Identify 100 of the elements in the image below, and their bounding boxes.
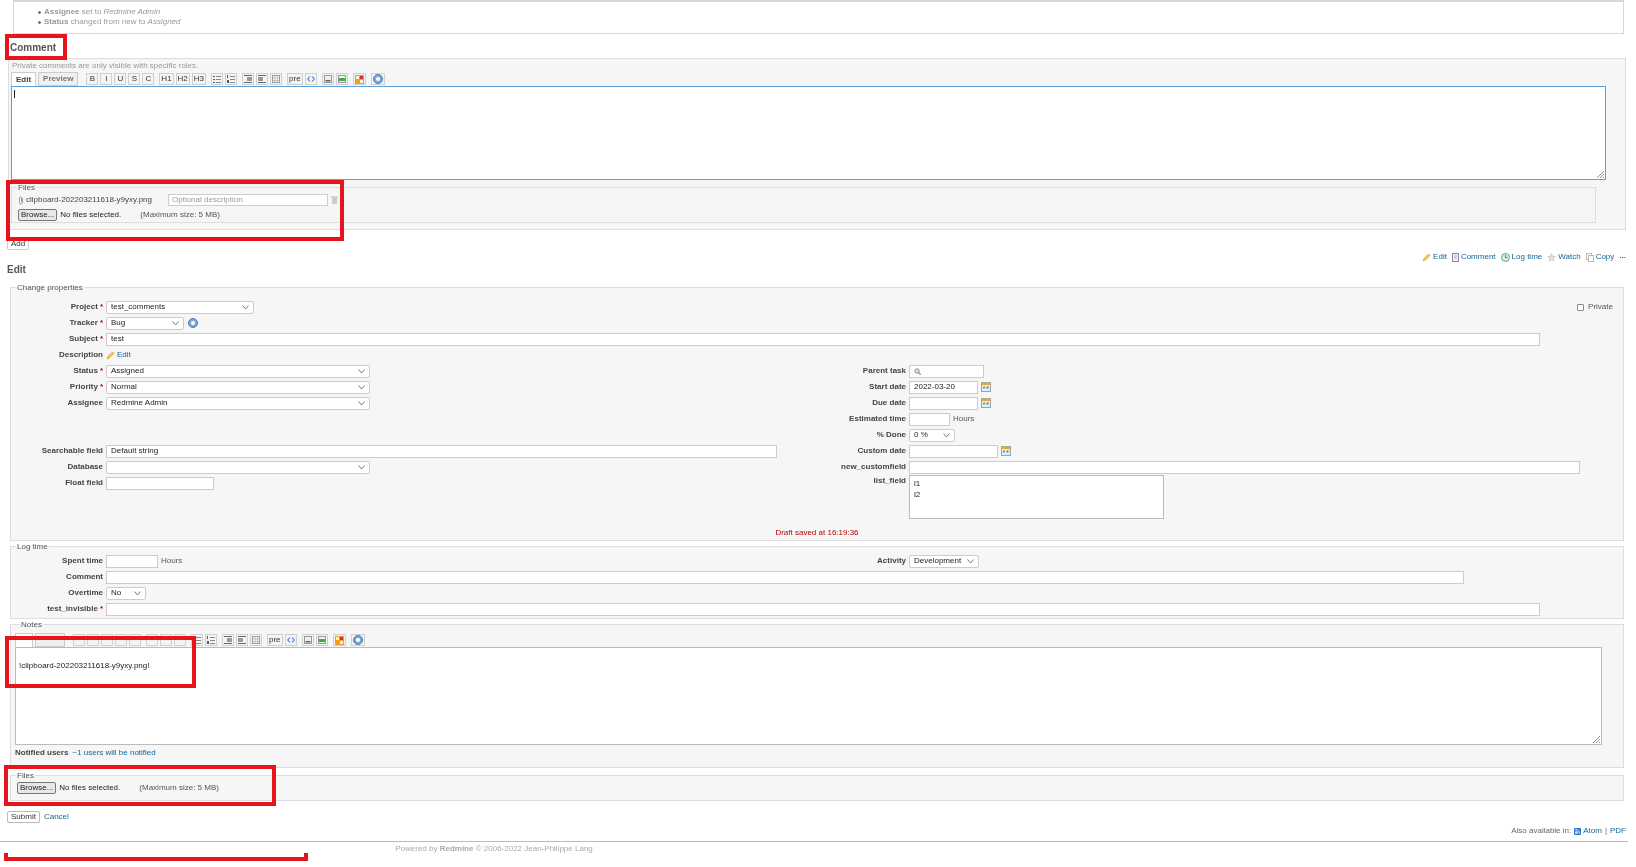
- chevron-icon: [172, 320, 179, 326]
- dropdown[interactable]: No: [106, 586, 146, 600]
- toolbar-button[interactable]: [205, 634, 217, 646]
- hint-text: Private comments are only visible with specific roles.: [12, 61, 199, 71]
- description-field[interactable]: Optional description: [168, 194, 328, 206]
- toolbar-button[interactable]: [332, 634, 346, 646]
- toolbar-button[interactable]: U: [114, 73, 127, 85]
- toolbar-button[interactable]: [301, 634, 314, 646]
- checkbox[interactable]: [1577, 303, 1585, 311]
- clock-icon: [1500, 252, 1510, 262]
- toolbar-button[interactable]: H2: [175, 73, 190, 85]
- size-limit: (Maximum size: 5 MB): [139, 781, 219, 794]
- text-field[interactable]: [106, 554, 158, 568]
- text-field[interactable]: [106, 476, 214, 490]
- field-label: Comment: [66, 571, 103, 583]
- toolbar-button[interactable]: [256, 73, 269, 85]
- chevron-icon: [358, 368, 365, 374]
- toolbar-button[interactable]: [270, 73, 283, 85]
- field-label: Custom date: [857, 445, 906, 457]
- field-label: Parent task: [862, 365, 906, 377]
- cancel-link[interactable]: Cancel: [43, 811, 69, 823]
- text-field[interactable]: [106, 602, 1540, 616]
- action-link[interactable]: Watch: [1547, 251, 1581, 263]
- dropdown[interactable]: Redmine Admin: [106, 396, 370, 410]
- page-icon: [303, 636, 312, 644]
- resize-handle-icon: [1592, 735, 1600, 743]
- search-field[interactable]: [909, 364, 984, 378]
- editor-tab[interactable]: Preview: [38, 72, 79, 86]
- checkbox-label: Private: [1588, 301, 1613, 313]
- toolbar-button[interactable]: [225, 73, 238, 85]
- text-field[interactable]: [106, 570, 1464, 584]
- list-option[interactable]: l1: [914, 478, 921, 489]
- dropdown[interactable]: Development: [909, 554, 979, 568]
- text-field[interactable]: Default string: [106, 444, 777, 458]
- field-label: Searchable field: [41, 445, 103, 457]
- dropdown[interactable]: Normal: [106, 380, 370, 394]
- browse-button[interactable]: Browse...: [17, 781, 57, 794]
- chevron-icon: [358, 400, 365, 406]
- numbered-list-icon: [207, 636, 215, 644]
- toolbar-button[interactable]: C: [142, 73, 155, 85]
- help-icon: [352, 635, 363, 645]
- trash-icon: [331, 196, 338, 204]
- indent-icon: [244, 75, 253, 83]
- more-button[interactable]: ...: [1619, 252, 1626, 262]
- toolbar-button[interactable]: [350, 634, 365, 646]
- format-link[interactable]: Atom: [1574, 825, 1602, 837]
- dropdown[interactable]: Bug: [106, 316, 184, 330]
- dropdown[interactable]: Assigned: [106, 364, 370, 378]
- toolbar-button[interactable]: I: [100, 73, 113, 85]
- toolbar-button[interactable]: [370, 73, 385, 85]
- file-status: No files selected.: [60, 208, 123, 221]
- action-link[interactable]: Comment: [1451, 251, 1496, 263]
- tiles-icon: [334, 635, 344, 645]
- resize-handle-icon: [1596, 170, 1604, 178]
- toolbar-button[interactable]: [242, 73, 255, 85]
- dropdown[interactable]: test_comments: [106, 300, 254, 314]
- section-heading: Edit: [7, 263, 26, 277]
- text-field[interactable]: test: [106, 332, 1540, 346]
- calendar-icon: [981, 382, 991, 392]
- submit-button[interactable]: Submit: [7, 811, 40, 823]
- toolbar-button[interactable]: pre: [267, 634, 283, 646]
- date-field[interactable]: [909, 396, 978, 410]
- dropdown[interactable]: 0 %: [909, 428, 955, 442]
- text-field[interactable]: [909, 460, 1580, 474]
- action-link[interactable]: Copy: [1585, 251, 1615, 263]
- date-field[interactable]: [909, 444, 998, 458]
- notepad-icon: [1451, 252, 1459, 262]
- toolbar-button[interactable]: [222, 634, 234, 646]
- toolbar-button[interactable]: [211, 73, 224, 85]
- fieldset-legend: Files: [16, 771, 35, 780]
- browse-button[interactable]: Browse...: [18, 208, 58, 221]
- toolbar-button[interactable]: pre: [287, 73, 303, 85]
- fieldset-legend: Log time: [16, 542, 49, 551]
- required-mark: *: [99, 603, 103, 615]
- format-link[interactable]: PDF: [1610, 825, 1626, 837]
- toolbar-button[interactable]: [236, 634, 248, 646]
- file-name: clipboard-202203211618-y9yxy.png: [26, 194, 153, 206]
- toolbar-button[interactable]: H3: [191, 73, 207, 85]
- notified-users-link[interactable]: ~1 users will be notified: [72, 747, 156, 759]
- toolbar-button[interactable]: B: [86, 73, 99, 85]
- edit-link[interactable]: Edit: [117, 349, 131, 361]
- toolbar-button[interactable]: H1: [159, 73, 174, 85]
- list-option[interactable]: l2: [914, 489, 921, 500]
- field-label: list_field: [873, 475, 906, 487]
- paperclip-icon: [18, 195, 24, 205]
- notes-textarea[interactable]: !clipboard-202203211618-y9yxy.png!: [15, 647, 1602, 745]
- text-field[interactable]: [909, 412, 950, 426]
- field-label: Tracker: [69, 317, 98, 329]
- action-link[interactable]: Log time: [1500, 251, 1543, 263]
- toolbar-button[interactable]: [250, 634, 262, 646]
- field-label: Priority: [69, 381, 98, 393]
- toolbar-button[interactable]: [321, 73, 334, 85]
- date-field[interactable]: 2022-03-20: [909, 380, 978, 394]
- star-icon: [1547, 252, 1557, 262]
- image-icon: [317, 636, 326, 644]
- toolbar-button[interactable]: [352, 73, 366, 85]
- action-link[interactable]: Edit: [1422, 251, 1447, 263]
- toolbar-button[interactable]: S: [128, 73, 141, 85]
- list-box[interactable]: l1 l2: [909, 475, 1164, 519]
- required-mark: *: [99, 317, 103, 329]
